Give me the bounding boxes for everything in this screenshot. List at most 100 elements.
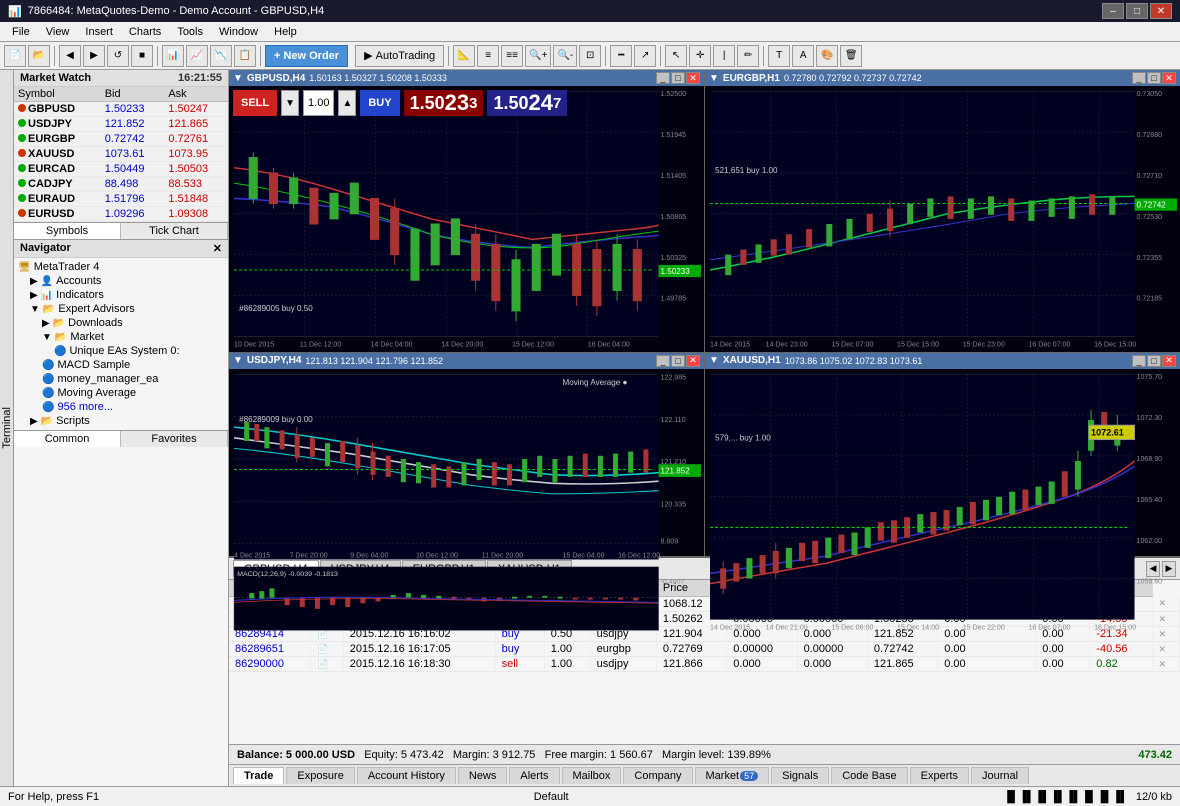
market-watch-row[interactable]: XAUUSD 1073.61 1073.95 [14,147,228,162]
gbpusd-close[interactable]: ✕ [686,72,700,84]
menu-tools[interactable]: Tools [169,24,211,40]
menu-window[interactable]: Window [211,24,266,40]
menu-help[interactable]: Help [266,24,305,40]
toolbar-chart4[interactable]: 📋 [234,45,256,67]
table-row[interactable]: 86289651 📄 2015.12.16 16:17:05 buy 1.00 … [229,642,1180,657]
nav-unique-ea[interactable]: 🔵 Unique EAs System 0: [14,344,228,358]
usdjpy-minimize[interactable]: _ [656,355,670,367]
nav-moving-average[interactable]: 🔵 Moving Average [14,386,228,400]
maximize-button[interactable]: □ [1126,3,1148,19]
nav-indicators[interactable]: ▶ 📊 Indicators [14,288,228,302]
eurgbp-maximize[interactable]: □ [1147,72,1161,84]
toolbar-indicator[interactable]: 📐 [453,45,475,67]
menu-file[interactable]: File [4,24,38,40]
market-watch-row[interactable]: EURUSD 1.09296 1.09308 [14,207,228,222]
toolbar-zoom-out[interactable]: 🔍- [553,45,577,67]
menu-insert[interactable]: Insert [77,24,121,40]
buy-button-gbpusd[interactable]: BUY [360,90,399,116]
tab-code-base[interactable]: Code Base [831,767,907,784]
eurgbp-minimize[interactable]: _ [1132,72,1146,84]
order-close[interactable]: ✕ [1152,642,1180,657]
gbpusd-maximize[interactable]: □ [671,72,685,84]
bid-cell: 1.50449 [101,162,165,177]
toolbar-zoom-in[interactable]: 🔍+ [525,45,551,67]
tab-account-history[interactable]: Account History [357,767,456,784]
toolbar-fib[interactable]: ↗ [634,45,656,67]
terminal-tab[interactable]: Terminal [0,70,14,786]
xauusd-close[interactable]: ✕ [1162,355,1176,367]
toolbar-back[interactable]: ◀ [59,45,81,67]
market-watch-row[interactable]: GBPUSD 1.50233 1.50247 [14,102,228,117]
nav-favorites-tab[interactable]: Favorites [121,431,228,447]
toolbar-delete[interactable]: 🗑 [840,45,862,67]
usdjpy-close[interactable]: ✕ [686,355,700,367]
nav-more[interactable]: 🔵 956 more... [14,400,228,414]
toolbar-zoom-fit[interactable]: ⊡ [579,45,601,67]
toolbar-period2[interactable]: ≡≡ [501,45,523,67]
market-watch-row[interactable]: EURCAD 1.50449 1.50503 [14,162,228,177]
tab-experts[interactable]: Experts [910,767,969,784]
close-button[interactable]: ✕ [1150,3,1172,19]
toolbar-text[interactable]: T [768,45,790,67]
tick-chart-tab[interactable]: Tick Chart [121,223,228,239]
tab-signals[interactable]: Signals [771,767,829,784]
toolbar-cursor[interactable]: ↖ [665,45,687,67]
xauusd-maximize[interactable]: □ [1147,355,1161,367]
toolbar-chart1[interactable]: 📊 [162,45,184,67]
market-watch-row[interactable]: USDJPY 121.852 121.865 [14,117,228,132]
lot-down-gbpusd[interactable]: ▼ [281,90,299,116]
toolbar-period1[interactable]: ≡ [477,45,499,67]
nav-market[interactable]: ▼ 📂 Market [14,330,228,344]
sell-button-gbpusd[interactable]: SELL [233,90,277,116]
lot-selector-gbpusd[interactable]: 1.00 [303,90,334,116]
toolbar-period-sep[interactable]: | [713,45,735,67]
toolbar-stop[interactable]: ■ [131,45,153,67]
autotrading-button[interactable]: ▶ AutoTrading [355,45,444,67]
tab-trade[interactable]: Trade [233,767,284,784]
tab-market[interactable]: Market57 [695,767,770,784]
market-watch-row[interactable]: CADJPY 88.498 88.533 [14,177,228,192]
menu-view[interactable]: View [38,24,78,40]
toolbar-open[interactable]: 📂 [28,45,50,67]
new-order-button[interactable]: + New Order [265,45,348,67]
tab-news[interactable]: News [458,767,508,784]
tab-mailbox[interactable]: Mailbox [562,767,622,784]
tab-journal[interactable]: Journal [971,767,1029,784]
symbols-tab[interactable]: Symbols [14,223,121,239]
eurgbp-close[interactable]: ✕ [1162,72,1176,84]
navigator-close[interactable]: ✕ [213,242,222,255]
toolbar-line[interactable]: ━ [610,45,632,67]
nav-metatrader[interactable]: 🖥 MetaTrader 4 [14,260,228,274]
toolbar-crosshair[interactable]: ✛ [689,45,711,67]
tab-alerts[interactable]: Alerts [509,767,559,784]
toolbar-draw[interactable]: ✏ [737,45,759,67]
xauusd-minimize[interactable]: _ [1132,355,1146,367]
lot-up-gbpusd[interactable]: ▲ [338,90,356,116]
order-close[interactable]: ✕ [1152,657,1180,672]
nav-scripts[interactable]: ▶ 📂 Scripts [14,414,228,428]
nav-money-manager[interactable]: 🔵 money_manager_ea [14,372,228,386]
toolbar-color[interactable]: 🎨 [816,45,838,67]
toolbar-forward[interactable]: ▶ [83,45,105,67]
menu-charts[interactable]: Charts [121,24,169,40]
buy-price-prefix: 1.50 [493,93,528,114]
nav-accounts[interactable]: ▶ 👤 Accounts [14,274,228,288]
toolbar-new[interactable]: 📄 [4,45,26,67]
toolbar-font[interactable]: A [792,45,814,67]
tab-company[interactable]: Company [623,767,692,784]
market-watch-row[interactable]: EURAUD 1.51796 1.51848 [14,192,228,207]
nav-expert-advisors[interactable]: ▼ 📂 Expert Advisors [14,302,228,316]
minimize-button[interactable]: – [1102,3,1124,19]
toolbar-chart2[interactable]: 📈 [186,45,208,67]
usdjpy-maximize[interactable]: □ [671,355,685,367]
tab-exposure[interactable]: Exposure [286,767,354,784]
toolbar-refresh[interactable]: ↺ [107,45,129,67]
gbpusd-minimize[interactable]: _ [656,72,670,84]
table-row[interactable]: 86290000 📄 2015.12.16 16:18:30 sell 1.00… [229,657,1180,672]
chart-gbpusd: ▼ GBPUSD,H4 1.50163 1.50327 1.50208 1.50… [229,70,704,352]
nav-macd[interactable]: 🔵 MACD Sample [14,358,228,372]
market-watch-row[interactable]: EURGBP 0.72742 0.72761 [14,132,228,147]
nav-downloads[interactable]: ▶ 📂 Downloads [14,316,228,330]
nav-common-tab[interactable]: Common [14,431,121,447]
toolbar-chart3[interactable]: 📉 [210,45,232,67]
